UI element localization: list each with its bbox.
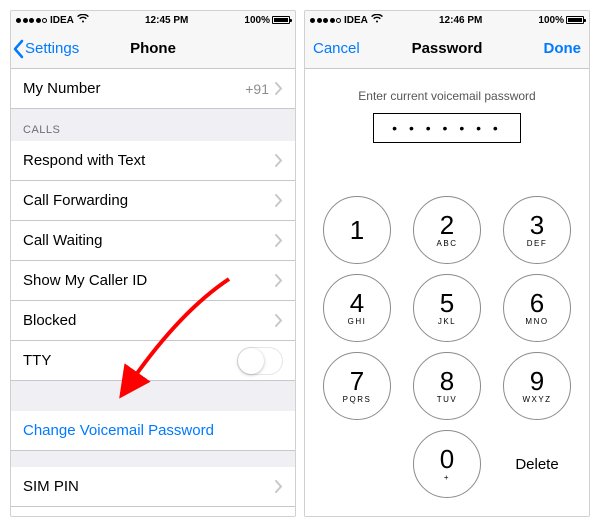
row-label: Call Forwarding [23,192,275,209]
key-letters: DEF [527,239,548,248]
chevron-right-icon [275,274,283,287]
keypad-key-7[interactable]: 7PQRS [323,352,391,420]
key-letters: GHI [348,317,367,326]
tty-toggle[interactable] [237,347,283,375]
keypad-key-6[interactable]: 6MNO [503,274,571,342]
group-gap [11,451,295,467]
key-letters: + [444,473,450,482]
keypad-key-1[interactable]: 1 [323,196,391,264]
back-label: Settings [25,40,79,57]
chevron-right-icon [275,194,283,207]
signal-dots-icon [310,18,341,23]
battery-label: 100% [244,15,270,26]
carrier-label: IDEA [344,15,368,26]
toggle-knob [238,348,264,374]
status-battery: 100% [538,15,584,26]
row-label: My Number [23,80,245,97]
nav-bar: Cancel Password Done [305,29,589,69]
row-label: Show My Caller ID [23,272,275,289]
cancel-button[interactable]: Cancel [313,40,360,57]
key-number: 1 [350,217,364,243]
status-left: IDEA [310,14,383,26]
row-label: Respond with Text [23,152,275,169]
key-number: 3 [530,212,544,238]
row-label: Change Voicemail Password [23,422,283,439]
key-letters: JKL [438,317,456,326]
row-sim-applications[interactable]: SIM Applications [11,507,295,516]
group-gap [11,381,295,411]
back-button[interactable]: Settings [11,39,79,59]
row-respond-with-text[interactable]: Respond with Text [11,141,295,181]
row-call-forwarding[interactable]: Call Forwarding [11,181,295,221]
right-screenshot-password-entry: IDEA 12:46 PM 100% Cancel Password Done … [304,10,590,517]
row-label: SIM PIN [23,478,275,495]
signal-dots-icon [16,18,47,23]
numeric-keypad: 1 2ABC 3DEF 4GHI 5JKL 6MNO 7PQRS 8TUV 9W… [305,153,589,516]
carrier-label: IDEA [50,15,74,26]
key-number: 9 [530,368,544,394]
keypad-key-2[interactable]: 2ABC [413,196,481,264]
keypad-key-0[interactable]: 0+ [413,430,481,498]
keypad-key-9[interactable]: 9WXYZ [503,352,571,420]
row-show-caller-id[interactable]: Show My Caller ID [11,261,295,301]
status-time: 12:46 PM [439,15,482,26]
chevron-left-icon [13,39,25,59]
password-field[interactable]: • • • • • • • [373,113,521,143]
row-label: TTY [23,352,237,369]
password-prompt: Enter current voicemail password [305,89,589,103]
key-letters: TUV [437,395,458,404]
key-number: 0 [440,446,454,472]
row-change-voicemail-password[interactable]: Change Voicemail Password [11,411,295,451]
chevron-right-icon [275,480,283,493]
chevron-right-icon [275,314,283,327]
row-label: Call Waiting [23,232,275,249]
status-left: IDEA [16,14,89,26]
key-letters: ABC [437,239,458,248]
wifi-icon [371,14,383,26]
battery-icon [272,16,290,24]
row-tty[interactable]: TTY [11,341,295,381]
status-bar: IDEA 12:46 PM 100% [305,11,589,29]
settings-list: My Number +91 CALLS Respond with Text Ca… [11,69,295,516]
keypad-key-5[interactable]: 5JKL [413,274,481,342]
key-number: 7 [350,368,364,394]
status-battery: 100% [244,15,290,26]
key-number: 4 [350,290,364,316]
status-time: 12:45 PM [145,15,188,26]
chevron-right-icon [275,154,283,167]
row-sim-pin[interactable]: SIM PIN [11,467,295,507]
left-screenshot-phone-settings: IDEA 12:45 PM 100% Settings Phone My Num… [10,10,296,517]
key-letters: PQRS [343,395,372,404]
done-button[interactable]: Done [544,40,582,57]
status-bar: IDEA 12:45 PM 100% [11,11,295,29]
keypad-key-3[interactable]: 3DEF [503,196,571,264]
key-letters: MNO [525,317,548,326]
row-my-number[interactable]: My Number +91 [11,69,295,109]
key-number: 2 [440,212,454,238]
keypad-spacer [323,430,391,498]
key-number: 5 [440,290,454,316]
chevron-right-icon [275,82,283,95]
password-area: Enter current voicemail password • • • •… [305,69,589,153]
keypad-delete-button[interactable]: Delete [503,430,571,498]
row-blocked[interactable]: Blocked [11,301,295,341]
key-number: 8 [440,368,454,394]
wifi-icon [77,14,89,26]
battery-icon [566,16,584,24]
chevron-right-icon [275,234,283,247]
row-label: Blocked [23,312,275,329]
key-number: 6 [530,290,544,316]
nav-bar: Settings Phone [11,29,295,69]
battery-label: 100% [538,15,564,26]
keypad-key-4[interactable]: 4GHI [323,274,391,342]
keypad-key-8[interactable]: 8TUV [413,352,481,420]
row-call-waiting[interactable]: Call Waiting [11,221,295,261]
group-header-calls: CALLS [11,109,295,141]
key-letters: WXYZ [522,395,551,404]
row-detail: +91 [245,81,269,97]
